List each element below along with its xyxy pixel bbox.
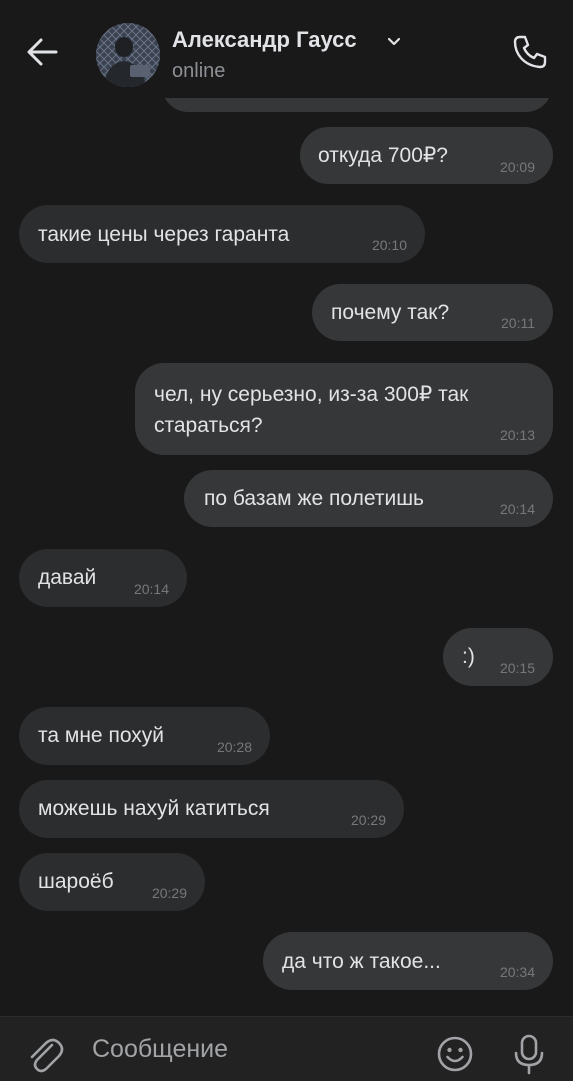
message-time: 20:10 [371, 237, 407, 253]
contact-name[interactable]: Александр Гаусс [172, 27, 357, 53]
message-bubble-outgoing[interactable]: по базам же полетишь 20:14 [184, 470, 553, 527]
message-text: давай [38, 566, 97, 589]
message-text: по базам же полетишь [204, 487, 424, 510]
message-text: откуда 700₽? [318, 144, 448, 167]
message-bubble-incoming[interactable]: давай 20:14 [19, 549, 187, 607]
message-bubble-outgoing[interactable]: да что ж такое... 20:34 [263, 932, 553, 990]
message-time: 20:34 [499, 964, 535, 980]
call-button[interactable] [510, 32, 550, 72]
message-time: 20:29 [151, 885, 187, 901]
message-text: шароёб [38, 870, 114, 893]
message-bubble-outgoing[interactable]: почему так? 20:11 [312, 284, 553, 341]
message-text: та мне похуй [38, 724, 164, 747]
message-text: да что ж такое... [282, 950, 441, 973]
back-button[interactable] [22, 32, 62, 72]
paperclip-icon [30, 1038, 64, 1073]
attach-button[interactable] [26, 1035, 64, 1075]
message-bubble-incoming[interactable]: та мне похуй 20:28 [19, 707, 270, 765]
message-bubble-outgoing[interactable]: чел, ну серьезно, из-за 300₽ так старать… [135, 363, 553, 455]
message-time: 20:28 [216, 739, 252, 755]
chevron-down-icon[interactable] [384, 34, 404, 48]
message-bubble-incoming[interactable]: шароёб 20:29 [19, 853, 205, 911]
message-time: 20:14 [133, 581, 169, 597]
message-input[interactable] [92, 1029, 412, 1069]
message-list[interactable]: откуда 700₽? 20:09 такие цены через гара… [0, 0, 573, 1016]
message-time: 20:13 [499, 427, 535, 443]
message-time: 20:11 [501, 315, 535, 331]
message-time: 20:09 [499, 159, 535, 175]
message-bubble-outgoing[interactable]: откуда 700₽? 20:09 [300, 127, 553, 184]
avatar[interactable] [96, 23, 160, 87]
voice-message-button[interactable] [510, 1033, 548, 1075]
message-time: 20:29 [350, 812, 386, 828]
message-composer [0, 1016, 573, 1081]
phone-icon [513, 35, 547, 69]
message-bubble-incoming[interactable]: такие цены через гаранта 20:10 [19, 205, 425, 263]
contact-status: online [172, 60, 226, 82]
message-text: можешь нахуй катиться [38, 797, 270, 820]
message-text: почему так? [331, 301, 450, 324]
emoji-icon [437, 1036, 473, 1072]
message-text-line-1: чел, ну серьезно, из-за 300₽ так [154, 383, 469, 406]
message-text: :) [462, 645, 475, 668]
message-time: 20:14 [499, 501, 535, 517]
avatar-image [96, 23, 160, 87]
emoji-button[interactable] [436, 1035, 474, 1073]
microphone-icon [514, 1034, 544, 1075]
message-bubble-incoming[interactable]: можешь нахуй катиться 20:29 [19, 780, 404, 838]
message-text: такие цены через гаранта [38, 223, 290, 246]
message-time: 20:15 [499, 660, 535, 676]
message-text-line-2: стараться? [154, 414, 263, 437]
chat-header: Александр Гаусс online [0, 0, 573, 98]
arrow-left-icon [27, 38, 58, 66]
message-bubble-outgoing[interactable]: :) 20:15 [443, 628, 553, 686]
